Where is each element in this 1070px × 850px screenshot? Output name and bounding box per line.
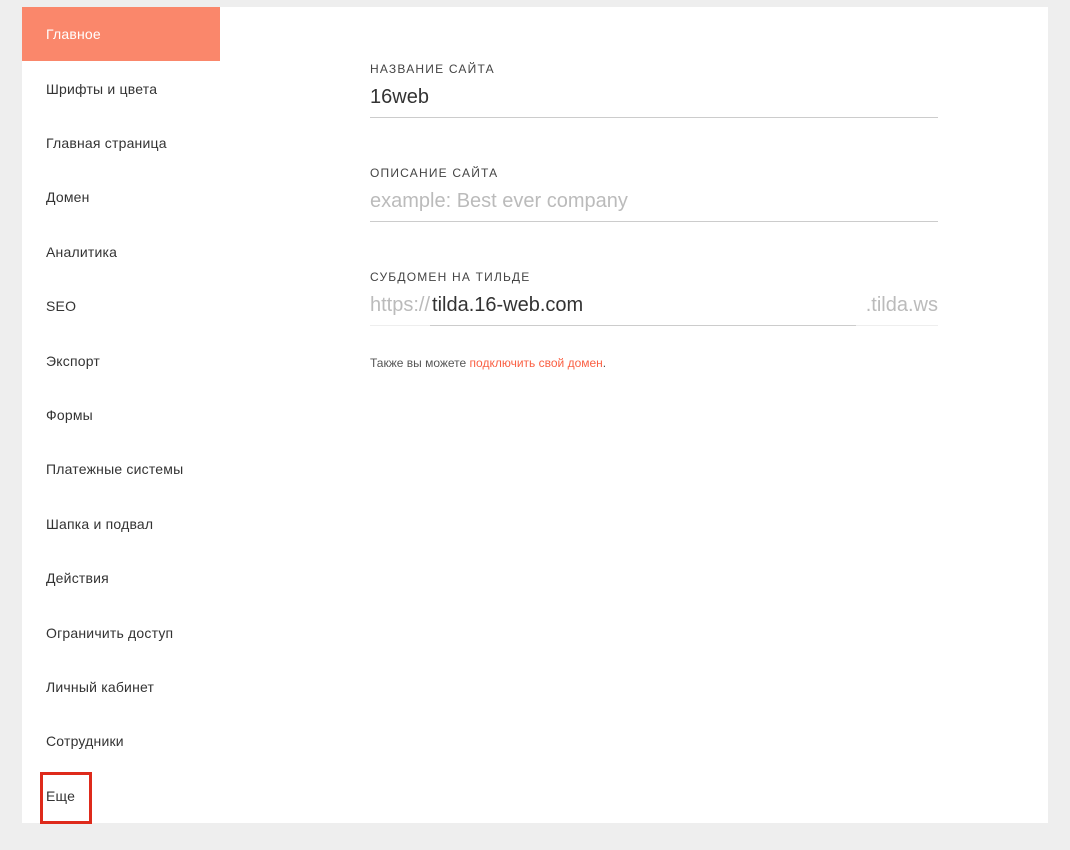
sidebar-item-label: Главное — [46, 26, 101, 42]
sidebar-item-label: SEO — [46, 298, 76, 314]
subdomain-row: https:// .tilda.ws — [370, 284, 938, 326]
sidebar-item-seo[interactable]: SEO — [22, 279, 220, 333]
site-name-label: НАЗВАНИЕ САЙТА — [370, 62, 963, 76]
subdomain-input[interactable] — [430, 294, 856, 326]
sidebar-item-label: Шапка и подвал — [46, 516, 153, 532]
connect-domain-link[interactable]: подключить свой домен — [470, 356, 603, 370]
site-description-label: ОПИСАНИЕ САЙТА — [370, 166, 963, 180]
sidebar-item-analytics[interactable]: Аналитика — [22, 225, 220, 279]
sidebar-item-label: Платежные системы — [46, 461, 183, 477]
field-site-description: ОПИСАНИЕ САЙТА — [370, 166, 963, 222]
sidebar-item-label: Сотрудники — [46, 733, 124, 749]
sidebar-item-account[interactable]: Личный кабинет — [22, 660, 220, 714]
subdomain-suffix: .tilda.ws — [856, 294, 938, 326]
sidebar-item-label: Аналитика — [46, 244, 117, 260]
sidebar-item-label: Еще — [46, 788, 75, 804]
sidebar-item-more[interactable]: Еще — [22, 769, 220, 823]
sidebar-item-label: Домен — [46, 189, 90, 205]
sidebar-item-label: Ограничить доступ — [46, 625, 173, 641]
sidebar-item-homepage[interactable]: Главная страница — [22, 116, 220, 170]
site-description-input[interactable] — [370, 180, 938, 222]
sidebar: Главное Шрифты и цвета Главная страница … — [22, 7, 220, 823]
sidebar-item-employees[interactable]: Сотрудники — [22, 714, 220, 768]
help-text-prefix: Также вы можете — [370, 356, 470, 370]
sidebar-item-header-footer[interactable]: Шапка и подвал — [22, 497, 220, 551]
main-content: НАЗВАНИЕ САЙТА ОПИСАНИЕ САЙТА СУБДОМЕН Н… — [220, 7, 1048, 823]
sidebar-item-actions[interactable]: Действия — [22, 551, 220, 605]
sidebar-item-fonts-colors[interactable]: Шрифты и цвета — [22, 61, 220, 115]
sidebar-item-domain[interactable]: Домен — [22, 170, 220, 224]
field-site-name: НАЗВАНИЕ САЙТА — [370, 62, 963, 118]
sidebar-item-label: Главная страница — [46, 135, 167, 151]
sidebar-item-label: Формы — [46, 407, 93, 423]
sidebar-item-payments[interactable]: Платежные системы — [22, 442, 220, 496]
site-name-input[interactable] — [370, 76, 938, 118]
domain-help-text: Также вы можете подключить свой домен. — [370, 356, 963, 370]
sidebar-item-label: Экспорт — [46, 353, 100, 369]
sidebar-item-export[interactable]: Экспорт — [22, 333, 220, 387]
field-subdomain: СУБДОМЕН НА ТИЛЬДЕ https:// .tilda.ws Та… — [370, 270, 963, 370]
help-text-tail: . — [603, 356, 606, 370]
sidebar-item-label: Действия — [46, 570, 109, 586]
sidebar-item-label: Личный кабинет — [46, 679, 154, 695]
settings-panel: Главное Шрифты и цвета Главная страница … — [22, 7, 1048, 823]
sidebar-item-label: Шрифты и цвета — [46, 81, 157, 97]
sidebar-item-restrict-access[interactable]: Ограничить доступ — [22, 605, 220, 659]
subdomain-prefix: https:// — [370, 294, 430, 326]
subdomain-label: СУБДОМЕН НА ТИЛЬДЕ — [370, 270, 963, 284]
sidebar-item-forms[interactable]: Формы — [22, 388, 220, 442]
sidebar-item-main[interactable]: Главное — [22, 7, 220, 61]
